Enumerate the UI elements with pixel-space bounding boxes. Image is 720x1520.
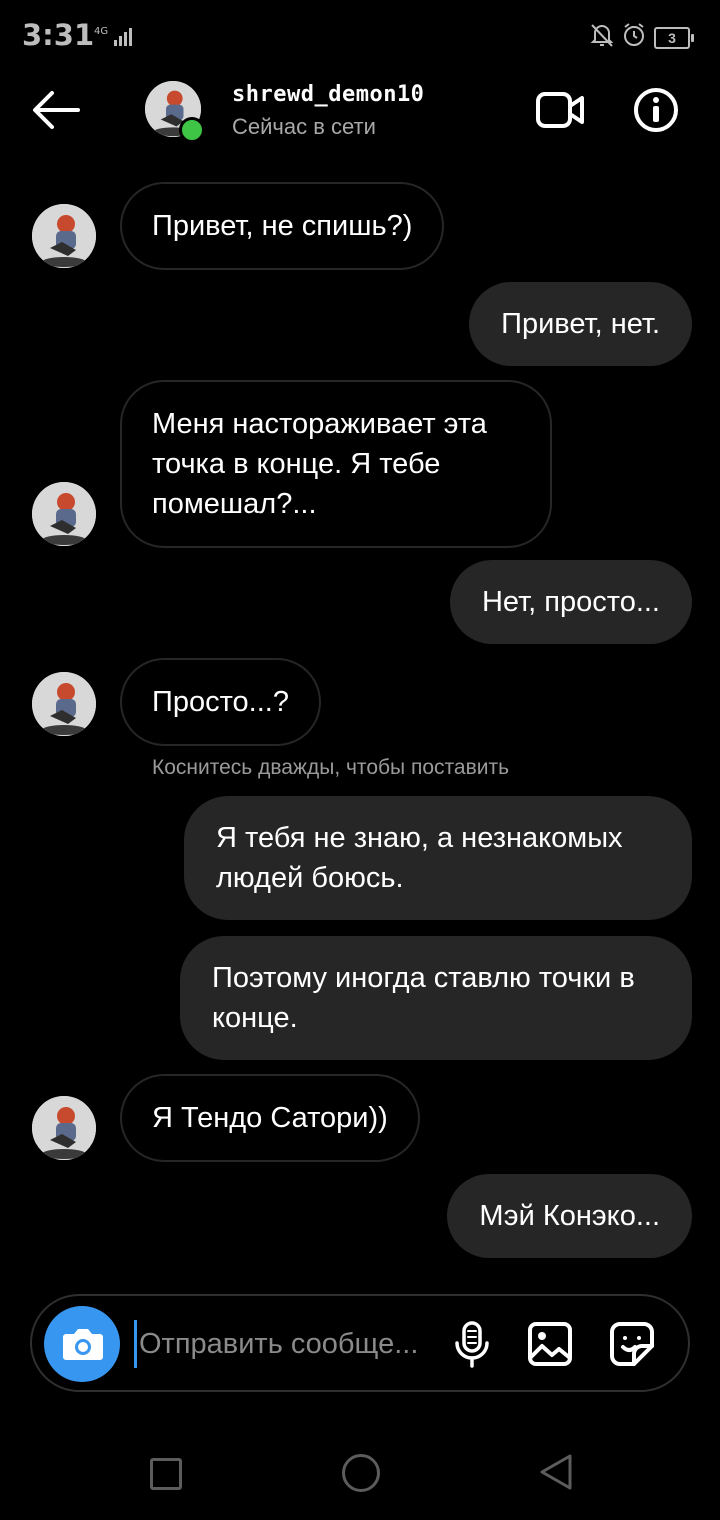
alarm-icon [622,22,646,53]
sender-avatar[interactable] [32,672,96,736]
message-outgoing[interactable]: Мэй Конэко... [447,1174,692,1258]
message-outgoing[interactable]: Нет, просто... [449,560,692,644]
sender-avatar[interactable] [32,482,96,546]
battery-icon: 3 [654,26,694,49]
info-button[interactable] [632,86,680,134]
avatar-image [32,482,96,546]
info-icon [634,88,678,132]
microphone-icon [455,1321,489,1368]
image-icon [528,1322,572,1366]
home-button[interactable] [342,1454,380,1492]
double-tap-hint: Коснитесь дважды, чтобы поставить [152,756,510,779]
signal-icon: 4G [94,24,134,53]
sticker-button[interactable] [608,1320,656,1368]
avatar-image [32,204,96,268]
message-incoming[interactable]: Меня настораживает эта точка в конце. Я … [120,380,552,548]
sticker-icon [610,1322,654,1366]
navigation-bar [0,1420,720,1520]
video-call-button[interactable] [534,88,586,132]
status-bar: 3:31 4G 3 [0,0,720,70]
message-incoming[interactable]: Привет, не спишь?) [120,182,445,270]
message-composer [30,1294,690,1392]
dm-screen: 3:31 4G 3 shrewd_demon10 Сейчас в сети П… [0,0,720,1520]
sender-avatar[interactable] [32,1096,96,1160]
system-back-button[interactable] [538,1452,574,1492]
recent-apps-button[interactable] [150,1458,182,1490]
contact-status: Сейчас в сети [232,114,376,139]
camera-button[interactable] [44,1306,120,1382]
message-incoming[interactable]: Просто...? [120,658,321,746]
microphone-button[interactable] [452,1320,492,1370]
chat-header: shrewd_demon10 Сейчас в сети [0,70,720,160]
message-input[interactable] [134,1320,439,1368]
contact-username[interactable]: shrewd_demon10 [232,82,424,107]
avatar-image [32,1096,96,1160]
online-indicator [179,117,205,143]
message-outgoing[interactable]: Поэтому иногда ставлю точки в конце. [180,936,692,1060]
message-outgoing[interactable]: Привет, нет. [469,282,692,366]
video-camera-icon [536,92,584,128]
message-outgoing[interactable]: Я тебя не знаю, а незнакомых людей боюсь… [184,796,692,920]
avatar-image [32,672,96,736]
network-label: 4G [94,26,108,37]
camera-icon [63,1329,103,1360]
message-incoming[interactable]: Я Тендо Сатори)) [120,1074,420,1162]
status-right: 3 [590,22,694,53]
gallery-button[interactable] [526,1320,574,1368]
sender-avatar[interactable] [32,204,96,268]
arrow-left-icon [33,91,80,129]
status-time: 3:31 [22,18,95,52]
back-button[interactable] [30,88,82,132]
bell-off-icon [590,22,614,53]
triangle-back-icon [540,1454,572,1490]
